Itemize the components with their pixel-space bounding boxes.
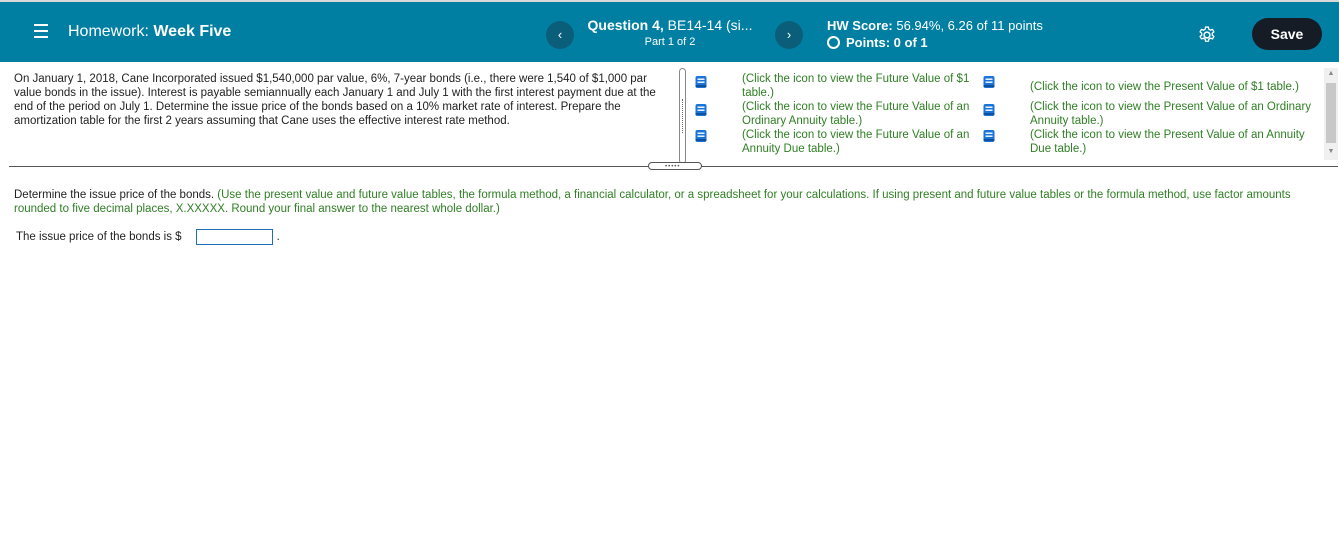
score-block: HW Score: 56.94%, 6.26 of 11 points Poin…	[827, 18, 1043, 50]
gear-icon[interactable]	[1197, 25, 1217, 45]
save-button[interactable]: Save	[1252, 18, 1322, 50]
points-text: Points: 0 of 1	[846, 35, 928, 50]
pv-annuity-due-table-link[interactable]: (Click the icon to view the Present Valu…	[1030, 128, 1322, 156]
hw-score: HW Score: 56.94%, 6.26 of 11 points	[827, 18, 1043, 33]
top-bar: Homework: Week Five ‹ Question 4, BE14-1…	[0, 0, 1339, 62]
pv-single-table-link[interactable]: (Click the icon to view the Present Valu…	[1030, 80, 1322, 94]
fv-single-table-link[interactable]: (Click the icon to view the Future Value…	[742, 72, 978, 100]
question-number: Question 4,	[587, 17, 664, 33]
panel-splitter[interactable]	[679, 68, 686, 164]
answer-row: The issue price of the bonds is $ .	[16, 229, 280, 245]
answer-suffix: .	[276, 231, 280, 243]
points-line: Points: 0 of 1	[827, 35, 1043, 50]
homework-name: Week Five	[153, 23, 232, 40]
drag-grip-icon: •••••	[665, 164, 681, 170]
divider-drag-handle[interactable]: •••••	[648, 162, 702, 170]
splitter-grip	[682, 99, 684, 133]
book-icon[interactable]	[694, 103, 708, 117]
homework-title: Homework: Week Five	[68, 23, 231, 41]
question-code: BE14-14 (si...	[667, 17, 753, 33]
fv-annuity-due-table-link[interactable]: (Click the icon to view the Future Value…	[742, 128, 978, 156]
scroll-up-arrow-icon[interactable]: ▲	[1324, 68, 1338, 80]
book-icon[interactable]	[694, 129, 708, 143]
issue-price-input[interactable]	[195, 229, 273, 245]
book-icon[interactable]	[982, 129, 996, 143]
book-icon[interactable]	[982, 103, 996, 117]
question-part: Part 1 of 2	[644, 36, 696, 48]
scrollbar-thumb[interactable]	[1326, 83, 1336, 143]
points-circle-icon	[827, 36, 840, 49]
fv-ordinary-annuity-table-link[interactable]: (Click the icon to view the Future Value…	[742, 100, 978, 128]
problem-statement: On January 1, 2018, Cane Incorporated is…	[14, 73, 656, 127]
book-icon[interactable]	[982, 75, 996, 89]
question-title: Question 4, BE14-14 (si...	[584, 17, 756, 33]
scroll-down-arrow-icon[interactable]: ▼	[1324, 146, 1338, 158]
pv-ordinary-annuity-table-link[interactable]: (Click the icon to view the Present Valu…	[1030, 100, 1322, 128]
hamburger-menu-icon[interactable]	[34, 24, 48, 38]
instruction-main: Determine the issue price of the bonds.	[14, 189, 215, 201]
hw-score-value: 56.94%, 6.26 of 11 points	[896, 18, 1043, 33]
homework-prefix: Homework:	[68, 23, 149, 40]
next-question-button[interactable]: ›	[775, 21, 803, 49]
question-info[interactable]: Question 4, BE14-14 (si... Part 1 of 2	[584, 17, 756, 48]
answer-label: The issue price of the bonds is $	[16, 231, 182, 243]
hw-score-label: HW Score:	[827, 18, 893, 33]
book-icon[interactable]	[694, 75, 708, 89]
instruction-text: Determine the issue price of the bonds. …	[14, 188, 1324, 216]
previous-question-button[interactable]: ‹	[546, 21, 574, 49]
